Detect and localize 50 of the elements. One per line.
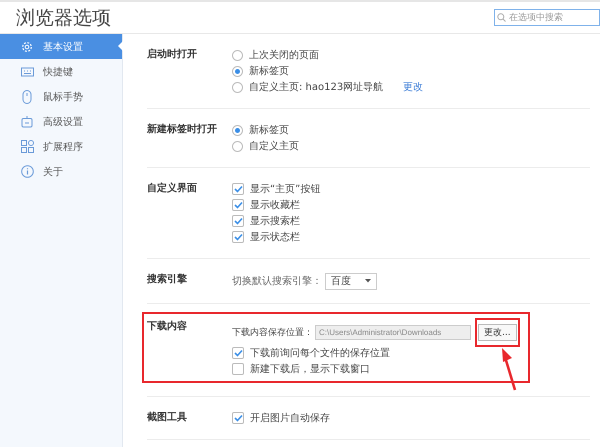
option-label: 切换默认搜索引擎： [232, 274, 322, 288]
sidebar-item[interactable]: 关于 [0, 159, 122, 184]
radio-button[interactable] [232, 66, 243, 76]
checkbox[interactable] [232, 199, 244, 211]
sidebar-item[interactable]: 鼠标手势 [0, 84, 122, 109]
keyboard-icon [20, 66, 34, 76]
search-field[interactable]: 在选项中搜索 [494, 9, 600, 26]
option-label: 显示搜索栏 [250, 214, 300, 228]
section-label: 搜索引擎 [147, 272, 188, 287]
search-icon [497, 13, 506, 22]
option-label: 显示收藏栏 [250, 198, 300, 212]
section-label: 新建标签时打开 [147, 122, 218, 137]
radio-button[interactable] [232, 124, 243, 136]
radio-button[interactable] [232, 140, 243, 152]
gear-icon [21, 40, 33, 52]
window-title: 浏览器选项 [16, 6, 111, 30]
info-icon [20, 165, 34, 178]
option-label: 新标签页 [249, 64, 289, 78]
blocks-icon [20, 140, 34, 153]
sidebar-item[interactable]: 快捷键 [0, 59, 122, 84]
option-label: 下载内容保存位置： [232, 326, 313, 338]
section-label: 启动时打开 [147, 47, 198, 62]
option-label: 新标签页 [249, 124, 289, 137]
radio-button[interactable] [232, 82, 243, 92]
option-label: 自定义主页: hao123网址导航 [249, 80, 384, 94]
robot-icon [21, 115, 33, 128]
section-label: 截图工具 [147, 410, 188, 425]
section-label: 下载内容 [147, 319, 188, 334]
checkbox[interactable] [232, 183, 244, 195]
option-label: 显示状态栏 [250, 230, 300, 244]
caret-icon [365, 279, 371, 283]
checkbox[interactable] [232, 363, 244, 375]
option-label: 新建下载后，显示下载窗口 [250, 362, 370, 376]
sidebar-item[interactable]: 高级设置 [0, 109, 122, 134]
option-label: 上次关闭的页面 [249, 48, 319, 62]
option-label: 显示“主页”按钮 [250, 182, 320, 196]
change-button[interactable]: 更改... [478, 324, 517, 340]
checkbox[interactable] [232, 231, 244, 243]
sidebar-item[interactable]: 扩展程序 [0, 134, 122, 159]
option-label: 自定义主页 [249, 140, 299, 153]
option-label: 开启图片自动保存 [250, 412, 330, 425]
checkbox[interactable] [232, 412, 244, 424]
option-label: 下载前询问每个文件的保存位置 [250, 346, 390, 360]
checkbox[interactable] [232, 215, 244, 227]
checkbox[interactable] [232, 347, 244, 359]
dropdown[interactable]: 百度 [325, 272, 377, 290]
change-link[interactable]: 更改 [403, 80, 424, 94]
section-label: 自定义界面 [147, 181, 198, 196]
radio-button[interactable] [232, 50, 243, 60]
mouse-icon [22, 90, 32, 104]
